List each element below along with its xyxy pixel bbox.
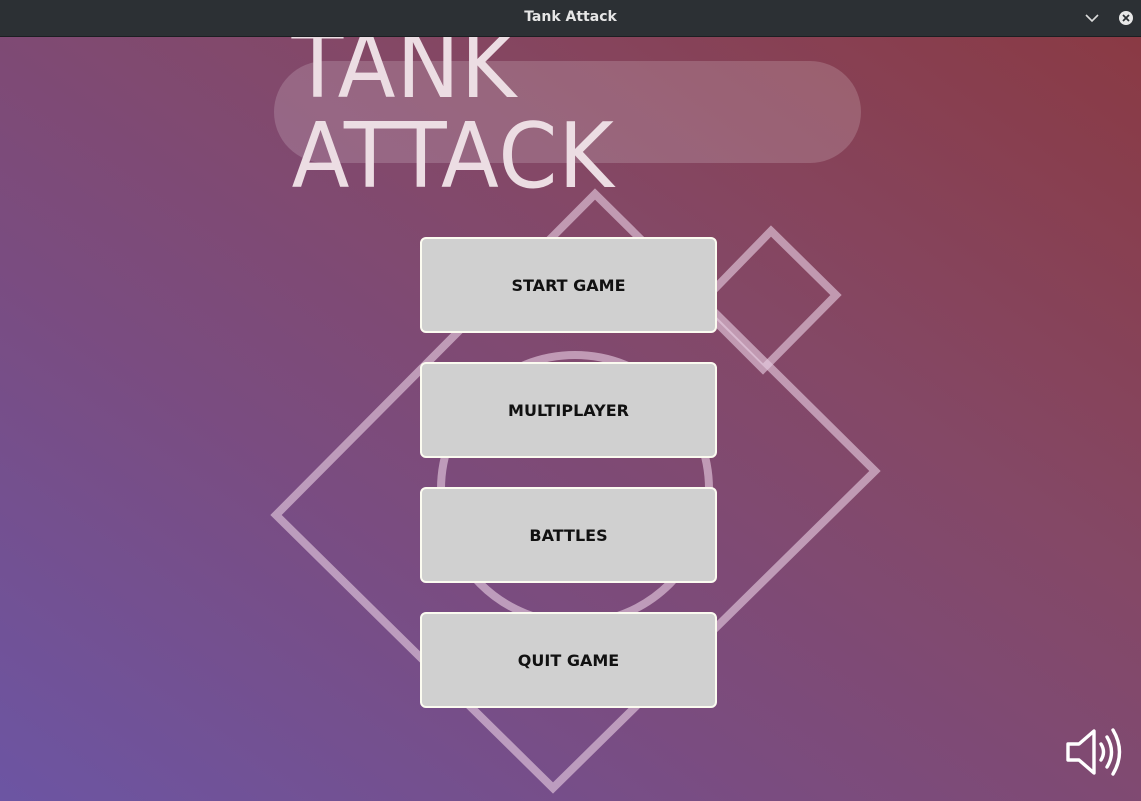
close-circle-icon bbox=[1119, 11, 1133, 25]
tank-barrel-outline bbox=[693, 225, 842, 375]
game-title: TANK ATTACK bbox=[291, 37, 615, 209]
window-titlebar: Tank Attack bbox=[0, 0, 1141, 37]
multiplayer-button[interactable]: MULTIPLAYER bbox=[420, 362, 717, 458]
start-game-button[interactable]: START GAME bbox=[420, 237, 717, 333]
battles-button[interactable]: BATTLES bbox=[420, 487, 717, 583]
quit-game-button[interactable]: QUIT GAME bbox=[420, 612, 717, 708]
window-title: Tank Attack bbox=[524, 9, 617, 25]
minimize-button[interactable] bbox=[1082, 8, 1102, 28]
chevron-down-icon bbox=[1085, 14, 1099, 23]
game-canvas: TANK ATTACK START GAME MULTIPLAYER BATTL… bbox=[0, 37, 1141, 801]
sound-toggle-button[interactable] bbox=[1064, 727, 1126, 777]
close-button[interactable] bbox=[1116, 8, 1136, 28]
game-title-banner: TANK ATTACK bbox=[274, 37, 861, 202]
speaker-volume-icon bbox=[1066, 728, 1122, 776]
